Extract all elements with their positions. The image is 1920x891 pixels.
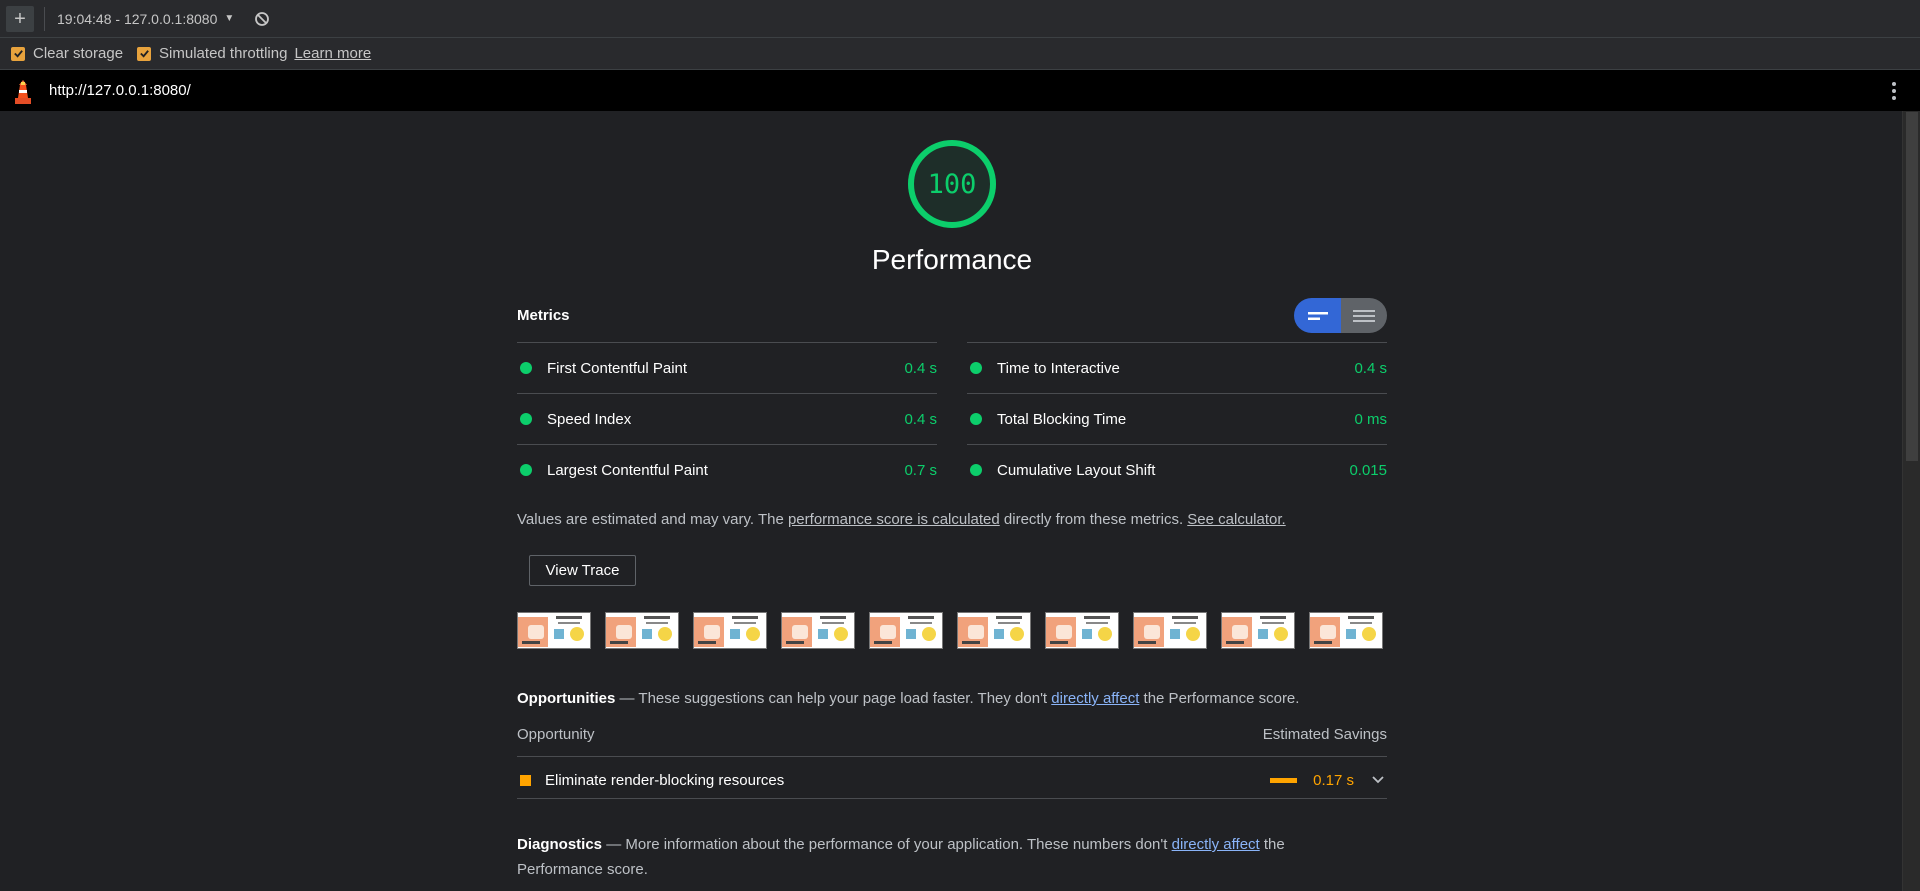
opportunities-heading: Opportunities — These suggestions can he… <box>517 690 1299 707</box>
directly-affect-link[interactable]: directly affect <box>1172 836 1260 853</box>
expanded-view-icon <box>1353 309 1375 322</box>
options-bar: Clear storage Simulated throttling Learn… <box>0 38 1920 70</box>
diagnostics-heading: Diagnostics — More information about the… <box>517 832 1357 882</box>
metrics-left-column: First Contentful Paint 0.4 s Speed Index… <box>517 342 937 495</box>
savings-column-header: Estimated Savings <box>1262 726 1387 743</box>
simulated-throttling-option[interactable]: Simulated throttling <box>137 45 287 62</box>
lighthouse-toolbar: + 19:04:48 - 127.0.0.1:8080 ▼ <box>0 0 1920 38</box>
report-content: 100 Performance Metrics First Contentful… <box>0 111 1902 891</box>
disclaimer-text: Values are estimated and may vary. The <box>517 511 788 528</box>
checkmark-icon <box>13 50 23 58</box>
opportunity-label: Eliminate render-blocking resources <box>545 771 785 789</box>
filmstrip-frame <box>693 612 767 649</box>
metric-row: Time to Interactive 0.4 s <box>967 342 1387 393</box>
metrics-view-toggle[interactable] <box>1294 298 1387 333</box>
opportunities-description: These suggestions can help your page loa… <box>638 690 1052 707</box>
metric-value: 0 ms <box>1354 410 1387 428</box>
pass-icon <box>970 362 982 374</box>
clear-icon[interactable] <box>254 11 270 27</box>
pass-icon <box>970 413 982 425</box>
filmstrip-frame <box>781 612 855 649</box>
chevron-down-icon[interactable] <box>1372 776 1384 784</box>
opportunity-row[interactable]: Eliminate render-blocking resources 0.17… <box>517 762 1387 799</box>
opportunities-dash: — <box>615 690 639 707</box>
savings-bar <box>1270 777 1298 783</box>
compact-view-icon <box>1307 311 1328 320</box>
simulated-throttling-checkbox[interactable] <box>137 46 152 61</box>
metric-label: Time to Interactive <box>997 359 1120 377</box>
opportunities-description-end: the Performance score. <box>1139 690 1300 707</box>
report-selector[interactable]: 19:04:48 - 127.0.0.1:8080 ▼ <box>57 11 234 27</box>
directly-affect-link[interactable]: directly affect <box>1051 690 1139 707</box>
metric-row: Total Blocking Time 0 ms <box>967 393 1387 444</box>
report-selector-label: 19:04:48 - 127.0.0.1:8080 <box>57 10 218 27</box>
scrollbar-thumb[interactable] <box>1906 112 1918 461</box>
clear-storage-label: Clear storage <box>33 45 124 62</box>
report-url[interactable]: http://127.0.0.1:8080/ <box>49 82 191 99</box>
pass-icon <box>520 464 532 476</box>
pass-icon <box>520 413 532 425</box>
metric-row: Largest Contentful Paint 0.7 s <box>517 444 937 495</box>
filmstrip-frame <box>1133 612 1207 649</box>
clear-storage-checkbox[interactable] <box>11 46 25 61</box>
learn-more-link[interactable]: Learn more <box>294 45 371 62</box>
expanded-view-button[interactable] <box>1341 298 1387 333</box>
see-calculator-link[interactable]: See calculator. <box>1187 511 1285 528</box>
metric-value: 0.4 s <box>1354 359 1387 377</box>
diagnostics-dash: — <box>602 836 626 853</box>
more-options-icon[interactable] <box>1892 82 1896 100</box>
category-title: Performance <box>871 244 1033 275</box>
metric-row: Speed Index 0.4 s <box>517 393 937 444</box>
performance-score: 100 <box>927 168 977 200</box>
metric-label: Largest Contentful Paint <box>547 461 708 479</box>
new-report-button[interactable]: + <box>6 5 34 32</box>
lighthouse-logo-icon <box>15 79 31 104</box>
filmstrip-frame <box>517 612 591 649</box>
compact-view-button[interactable] <box>1294 298 1341 333</box>
diagnostics-description: More information about the performance o… <box>625 836 1172 853</box>
metric-value: 0.4 s <box>904 410 937 428</box>
metrics-heading: Metrics <box>517 307 570 324</box>
filmstrip-frame <box>1309 612 1383 649</box>
filmstrip-frame <box>957 612 1031 649</box>
filmstrip-frame <box>869 612 943 649</box>
metric-label: Cumulative Layout Shift <box>997 461 1156 479</box>
opportunities-title: Opportunities <box>517 690 616 707</box>
view-trace-button[interactable]: View Trace <box>529 555 636 586</box>
metric-label: Speed Index <box>547 410 632 428</box>
scrollbar[interactable] <box>1902 111 1920 891</box>
metric-value: 0.015 <box>1349 461 1387 479</box>
pass-icon <box>970 464 982 476</box>
metrics-right-column: Time to Interactive 0.4 s Total Blocking… <box>967 342 1387 495</box>
savings-value: 0.17 s <box>1313 771 1354 789</box>
pass-icon <box>520 362 532 374</box>
checkmark-icon <box>139 50 149 58</box>
diagnostics-title: Diagnostics <box>517 836 603 853</box>
metric-label: Total Blocking Time <box>997 410 1127 428</box>
average-icon <box>520 774 531 786</box>
filmstrip-frame <box>1221 612 1295 649</box>
metric-label: First Contentful Paint <box>547 359 688 377</box>
metric-value: 0.4 s <box>904 359 937 377</box>
metric-row: Cumulative Layout Shift 0.015 <box>967 444 1387 495</box>
opportunity-column-header: Opportunity <box>517 726 595 743</box>
toolbar-divider <box>44 6 45 31</box>
dropdown-caret-icon: ▼ <box>224 13 235 24</box>
metric-row: First Contentful Paint 0.4 s <box>517 342 937 393</box>
report-url-bar: http://127.0.0.1:8080/ <box>0 70 1920 111</box>
metric-value: 0.7 s <box>904 461 937 479</box>
filmstrip <box>517 612 1383 649</box>
metrics-disclaimer: Values are estimated and may vary. The p… <box>517 511 1286 528</box>
score-calculated-link[interactable]: performance score is calculated <box>788 511 1000 528</box>
filmstrip-frame <box>605 612 679 649</box>
disclaimer-text: directly from these metrics. <box>999 511 1188 528</box>
opportunities-table-header: Opportunity Estimated Savings <box>517 726 1387 757</box>
filmstrip-frame <box>1045 612 1119 649</box>
clear-storage-option[interactable]: Clear storage <box>11 45 123 62</box>
simulated-throttling-label: Simulated throttling <box>159 45 288 62</box>
